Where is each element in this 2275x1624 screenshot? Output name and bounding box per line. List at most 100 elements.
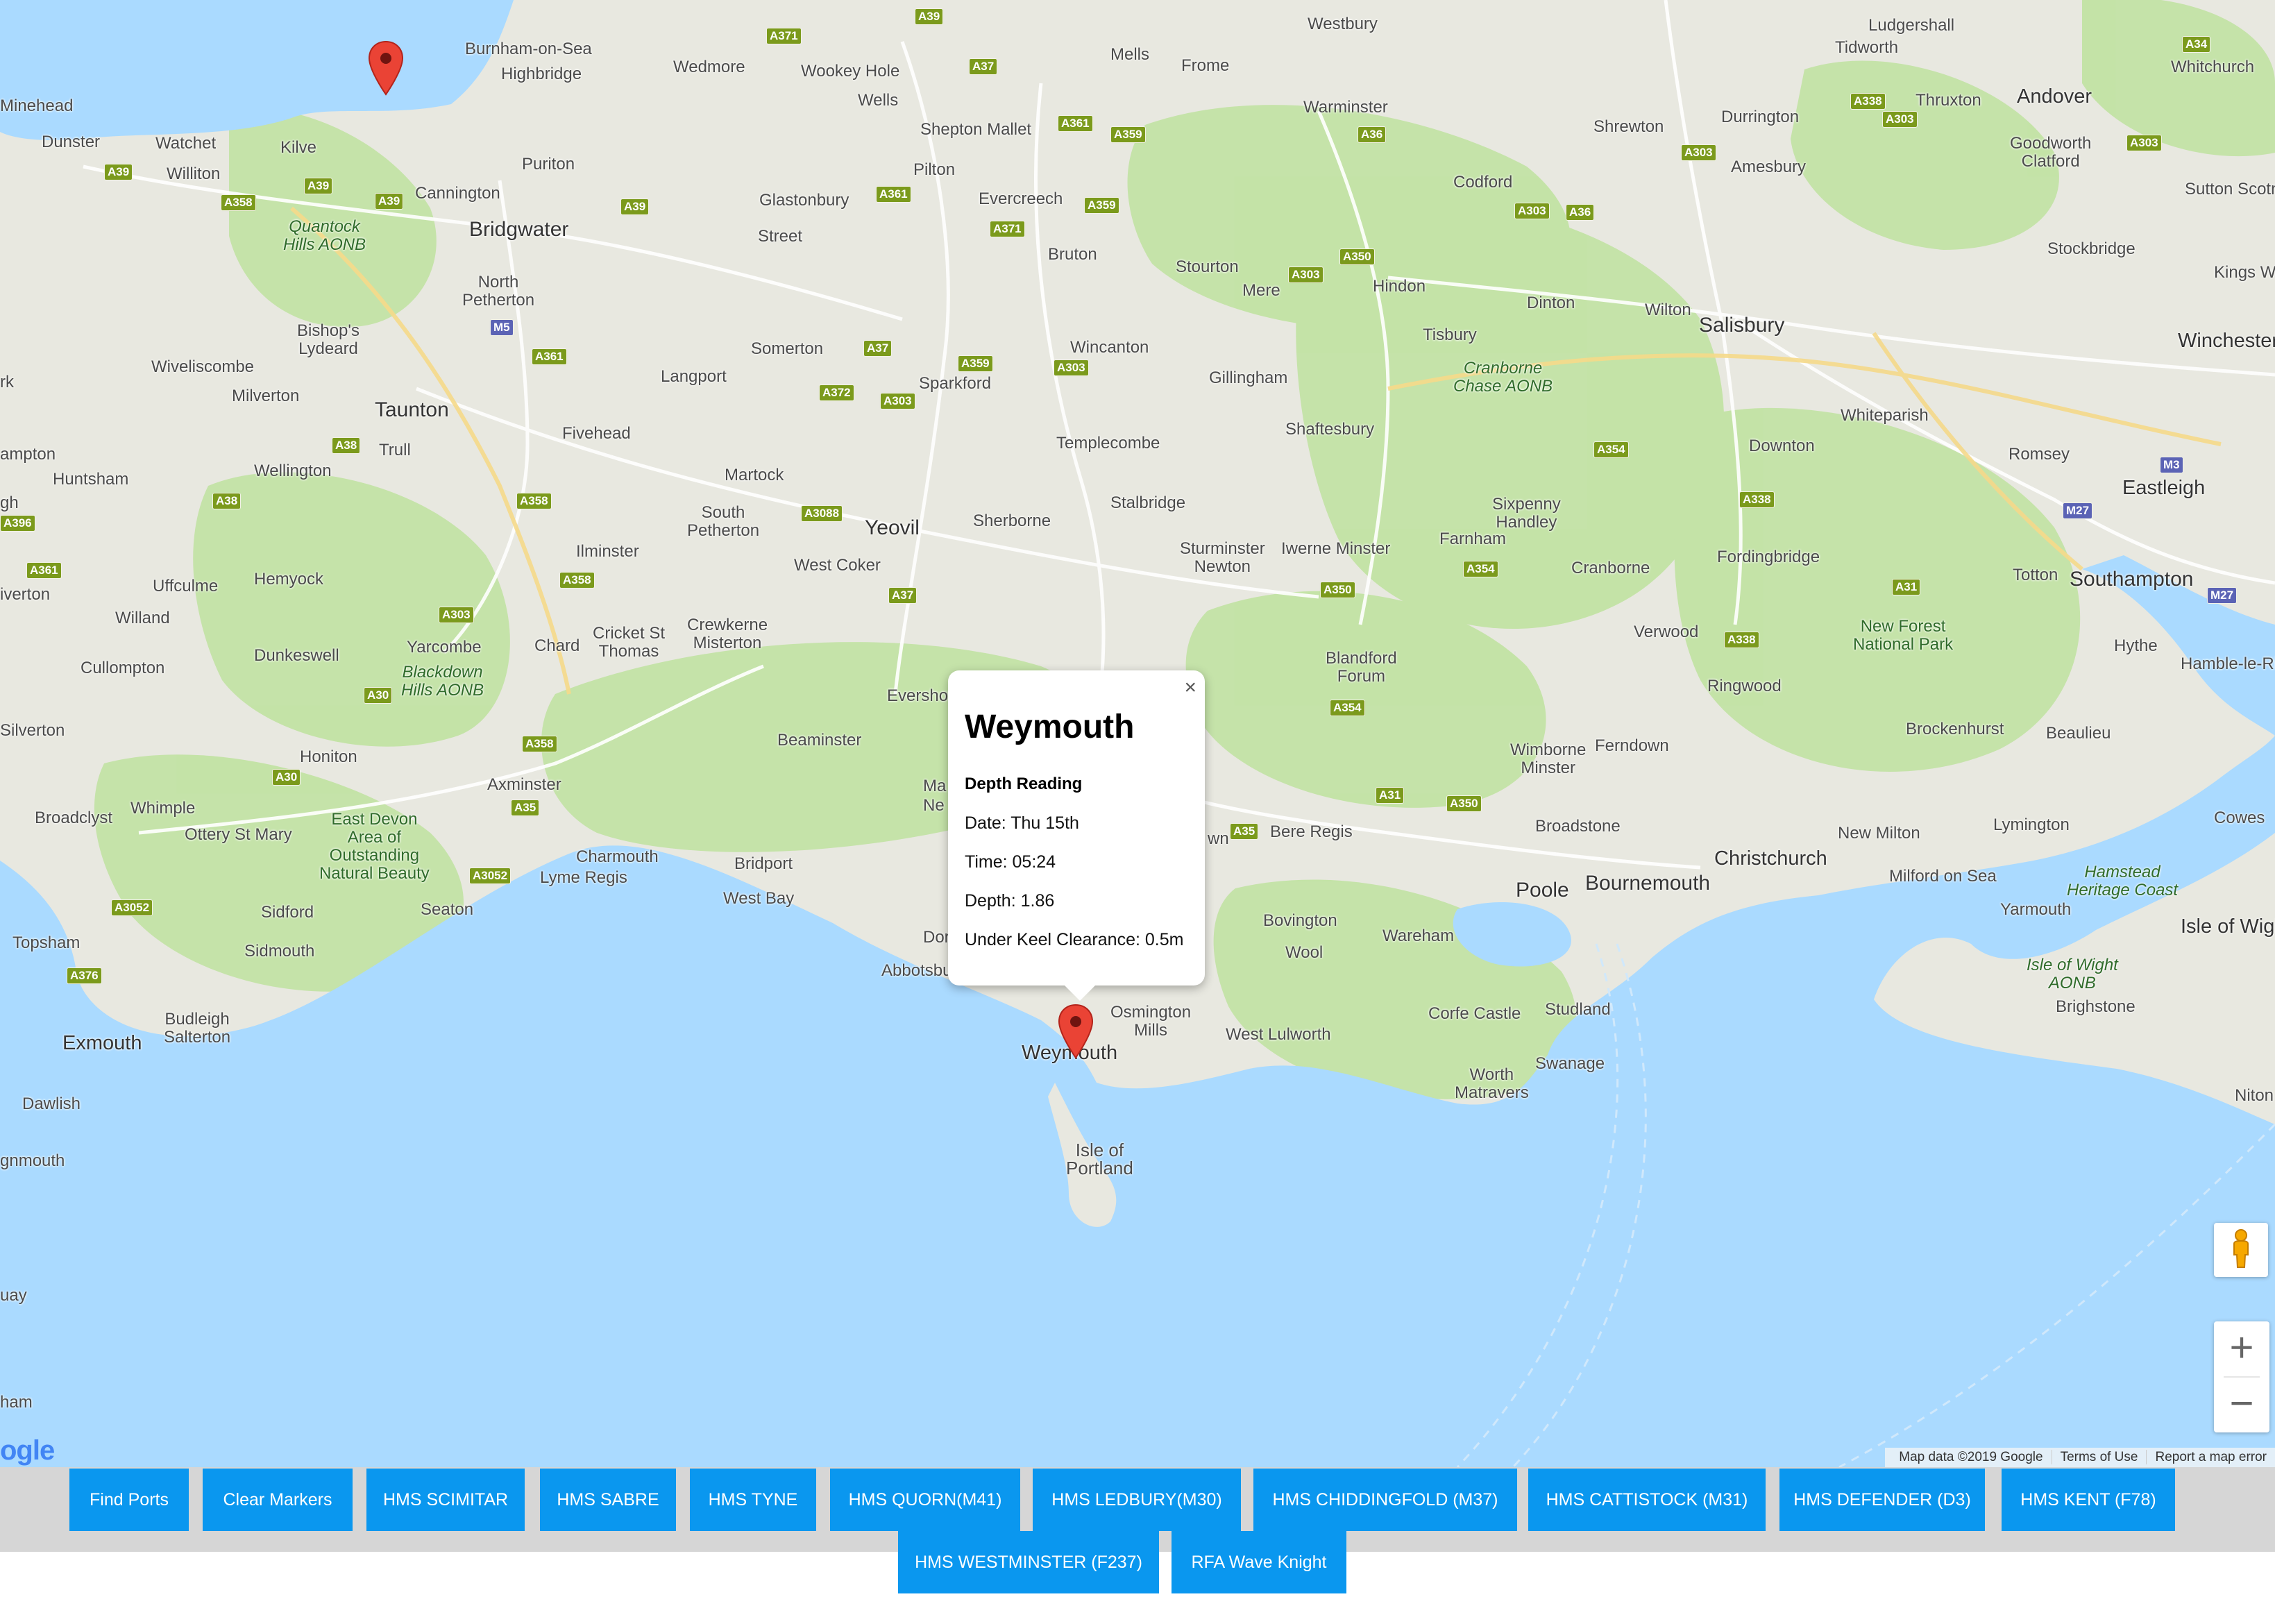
label-willand: Willand	[115, 609, 170, 627]
label-seaton: Seaton	[421, 900, 474, 919]
label-farnham: Farnham	[1439, 530, 1507, 548]
map-canvas[interactable]: Minehead Dunster Watchet Williton Kilve …	[0, 0, 2275, 1467]
ship-button-hms-quorn[interactable]: HMS QUORN(M41)	[830, 1469, 1020, 1531]
road-shield: A303	[880, 393, 915, 409]
label-templecombe: Templecombe	[1056, 434, 1160, 452]
label-charmouth: Charmouth	[576, 847, 659, 866]
ship-button-hms-scimitar[interactable]: HMS SCIMITAR	[366, 1469, 525, 1531]
ship-button-hms-kent[interactable]: HMS KENT (F78)	[2002, 1469, 2175, 1531]
label-torquay: uay	[0, 1286, 27, 1305]
road-shield: A361	[876, 186, 911, 203]
ship-button-hms-defender[interactable]: HMS DEFENDER (D3)	[1779, 1469, 1985, 1531]
road-shield: A39	[915, 8, 944, 25]
label-uffculme: Uffculme	[153, 577, 219, 595]
road-shield: A35	[511, 800, 540, 816]
label-rk-partial: rk	[0, 373, 14, 391]
label-cranborne: Cranborne	[1571, 559, 1650, 577]
label-osmington: Osmington Mills	[1110, 1003, 1192, 1040]
label-crewkerne: Crewkerne Misterton	[687, 616, 768, 652]
ship-button-rfa-wave-knight[interactable]: RFA Wave Knight	[1172, 1531, 1346, 1593]
find-ports-button[interactable]: Find Ports	[69, 1469, 189, 1531]
road-shield: A338	[1724, 632, 1759, 648]
reading-time: Time: 05:24	[965, 852, 1056, 872]
road-shield: A361	[26, 562, 62, 579]
label-maiden-partial: Ma	[923, 777, 947, 795]
label-christchurch: Christchurch	[1714, 847, 1827, 870]
label-milford: Milford on Sea	[1889, 867, 1997, 886]
label-amesbury: Amesbury	[1731, 158, 1807, 176]
label-ottery: Ottery St Mary	[185, 825, 292, 844]
ship-button-hms-ledbury[interactable]: HMS LEDBURY(M30)	[1033, 1469, 1241, 1531]
ship-button-hms-sabre[interactable]: HMS SABRE	[540, 1469, 676, 1531]
label-huntsham: Huntsham	[53, 470, 129, 489]
ship-button-hms-westminster[interactable]: HMS WESTMINSTER (F237)	[898, 1531, 1159, 1593]
label-hemyock: Hemyock	[254, 570, 324, 589]
ship-button-hms-chiddingfold[interactable]: HMS CHIDDINGFOLD (M37)	[1253, 1469, 1517, 1531]
label-andover: Andover	[2017, 85, 2092, 108]
label-dunkeswell: Dunkeswell	[254, 646, 339, 665]
label-bridport: Bridport	[734, 854, 793, 873]
clear-markers-button[interactable]: Clear Markers	[203, 1469, 353, 1531]
label-wincanton: Wincanton	[1070, 338, 1149, 357]
label-pilton: Pilton	[913, 160, 956, 179]
label-stockbridge: Stockbridge	[2047, 239, 2136, 258]
road-shield: A354	[1330, 700, 1365, 716]
road-shield: A350	[1446, 795, 1482, 812]
map-data-credit: Map data ©2019 Google	[1899, 1450, 2043, 1464]
label-ilminster: Ilminster	[576, 542, 639, 561]
label-wimborne: Wimborne Minster	[1510, 741, 1587, 777]
label-blandford: Blandford Forum	[1326, 649, 1397, 686]
info-window-subtitle: Depth Reading	[965, 775, 1083, 793]
label-stourton: Stourton	[1176, 257, 1239, 276]
zoom-out-button[interactable]: −	[2214, 1377, 2269, 1432]
label-fordingbridge: Fordingbridge	[1717, 548, 1820, 566]
label-puriton: Puriton	[522, 155, 575, 174]
label-isle-of-wight: Isle of Wigh	[2181, 915, 2275, 938]
report-map-error-link[interactable]: Report a map error	[2146, 1450, 2275, 1464]
ship-button-hms-cattistock[interactable]: HMS CATTISTOCK (M31)	[1528, 1469, 1766, 1531]
road-shield: A35	[1230, 823, 1259, 840]
road-shield: A31	[1892, 579, 1921, 595]
label-cannington: Cannington	[415, 184, 500, 203]
label-downton: Downton	[1749, 437, 1815, 455]
label-verwood: Verwood	[1634, 623, 1699, 641]
road-shield: A359	[958, 355, 993, 372]
road-shield: A39	[104, 164, 133, 180]
label-trull: Trull	[379, 441, 411, 459]
ship-buttons: Find Ports Clear Markers HMS SCIMITAR HM…	[0, 1467, 2275, 1624]
label-yeovil: Yeovil	[865, 516, 920, 539]
label-west-coker: West Coker	[794, 556, 881, 575]
ship-button-hms-tyne[interactable]: HMS TYNE	[690, 1469, 816, 1531]
label-frome: Frome	[1181, 56, 1230, 75]
road-shield: A303	[1514, 203, 1550, 219]
label-brockenhurst: Brockenhurst	[1906, 720, 2004, 738]
label-durrington: Durrington	[1721, 108, 1800, 126]
road-shield: A303	[1054, 360, 1089, 376]
label-wilton: Wilton	[1645, 301, 1691, 319]
location-marker-icon[interactable]	[1058, 1004, 1094, 1059]
label-axminster: Axminster	[487, 775, 561, 794]
zoom-in-button[interactable]: +	[2214, 1321, 2269, 1377]
label-wiveliscombe: Wiveliscombe	[151, 357, 255, 376]
road-shield: A303	[2126, 135, 2162, 151]
label-ludgershall: Ludgershall	[1868, 16, 1955, 35]
road-shield: A303	[1882, 111, 1918, 128]
label-dunster: Dunster	[42, 133, 101, 151]
road-shield: A354	[1593, 441, 1629, 458]
label-tidworth: Tidworth	[1835, 38, 1899, 57]
label-cranborne-aonb: Cranborne Chase AONB	[1453, 359, 1553, 396]
terms-of-use-link[interactable]: Terms of Use	[2051, 1450, 2147, 1464]
street-view-pegman[interactable]	[2214, 1223, 2268, 1277]
road-shield: A350	[1320, 582, 1355, 598]
label-swanage: Swanage	[1535, 1054, 1605, 1073]
road-shield: A358	[516, 493, 552, 509]
label-sparkford: Sparkford	[919, 374, 992, 393]
label-goodworth: Goodworth Clatford	[2010, 134, 2092, 171]
road-shield: A303	[439, 607, 474, 623]
label-west-lulworth: West Lulworth	[1226, 1025, 1331, 1044]
label-hamble: Hamble-le-Rice	[2181, 654, 2275, 673]
close-icon[interactable]: ×	[1184, 677, 1196, 698]
label-lyme: Lyme Regis	[540, 868, 627, 887]
location-marker-icon[interactable]	[368, 40, 404, 96]
label-winchester: Winchester	[2178, 330, 2275, 352]
